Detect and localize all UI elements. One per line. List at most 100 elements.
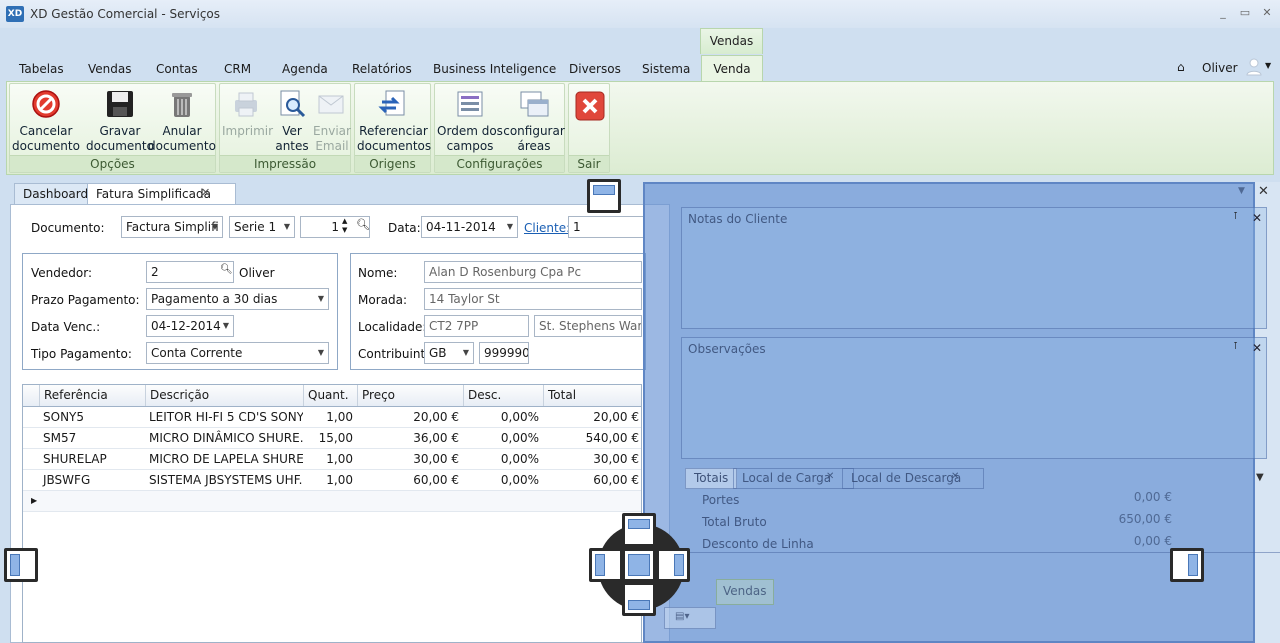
- close-observacoes-icon[interactable]: ✕: [1252, 341, 1262, 355]
- group-label-configuracoes: Configurações: [435, 155, 564, 172]
- compass-right-icon[interactable]: [656, 548, 690, 582]
- linhas-grid: Referência Descrição Quant. Preço Desc. …: [22, 384, 642, 643]
- dock-left-guide-icon[interactable]: [4, 548, 38, 582]
- localidade-label: Localidade:: [358, 320, 427, 334]
- col-desc[interactable]: Desc.: [463, 385, 543, 406]
- tab-local-carga[interactable]: Local de Carga: [733, 468, 855, 489]
- sair-button[interactable]: [572, 88, 608, 126]
- stepper-arrows-icon[interactable]: ▲ ▼: [342, 217, 347, 235]
- tipo-pagamento-combo[interactable]: Conta Corrente ▼: [146, 342, 329, 364]
- table-row[interactable]: SONY5 LEITOR HI-FI 5 CD'S SONY 1,00 20,0…: [23, 407, 641, 428]
- anular-documento-button[interactable]: Anular documento: [148, 86, 216, 154]
- close-tab-icon[interactable]: ✕: [826, 471, 834, 482]
- chevron-down-icon: ▼: [222, 321, 229, 330]
- ver-antes-button[interactable]: Ver antes: [272, 86, 312, 154]
- tab-contas[interactable]: Contas: [156, 62, 198, 76]
- table-row[interactable]: JBSWFG SISTEMA JBSYSTEMS UHF... 1,00 60,…: [23, 470, 641, 491]
- ordem-dos-campos-button[interactable]: Ordem dos campos: [437, 86, 503, 154]
- tab-business-inteligence[interactable]: Business Inteligence: [433, 62, 556, 76]
- user-avatar-icon[interactable]: [1246, 58, 1262, 76]
- tab-venda[interactable]: Venda: [701, 55, 763, 82]
- tab-fatura-simplificada[interactable]: Fatura Simplificada: [87, 183, 236, 205]
- tab-totais[interactable]: Totais: [685, 468, 738, 489]
- pin-icon[interactable]: ⊺: [1233, 211, 1238, 222]
- enviar-email-button[interactable]: Enviar Email: [312, 86, 352, 154]
- dock-top-guide-icon[interactable]: [587, 179, 621, 213]
- chevron-down-icon: ▼: [317, 348, 324, 357]
- tab-local-descarga[interactable]: Local de Descarga: [842, 468, 985, 489]
- tab-dashboard[interactable]: Dashboard: [14, 183, 98, 205]
- documento-label: Documento:: [31, 221, 105, 235]
- pin-icon[interactable]: ⊺: [1233, 341, 1238, 352]
- close-panel-icon[interactable]: ✕: [1258, 184, 1269, 199]
- morada-field[interactable]: 14 Taylor St: [424, 288, 642, 310]
- col-quant[interactable]: Quant.: [303, 385, 357, 406]
- home-icon[interactable]: ⌂: [1177, 60, 1185, 74]
- localidade2-field[interactable]: St. Stephens Ward: [534, 315, 642, 337]
- col-preco[interactable]: Preço: [357, 385, 463, 406]
- email-icon: [316, 88, 348, 120]
- restore-button[interactable]: ▭: [1236, 6, 1254, 20]
- tab-diversos[interactable]: Diversos: [569, 62, 621, 76]
- search-icon[interactable]: 🔍︎: [356, 218, 370, 231]
- gravar-documento-button[interactable]: Gravar documento: [86, 86, 154, 154]
- compass-left-icon[interactable]: [589, 548, 623, 582]
- col-total[interactable]: Total: [543, 385, 643, 406]
- pais-combo[interactable]: GB ▼: [424, 342, 474, 364]
- search-icon[interactable]: 🔍︎: [220, 264, 233, 275]
- nif-field[interactable]: 9999902: [479, 342, 529, 364]
- grid-header: Referência Descrição Quant. Preço Desc. …: [23, 385, 641, 407]
- group-label-opcoes: Opções: [10, 155, 215, 172]
- compass-top-icon[interactable]: [622, 513, 656, 547]
- data-venc-label: Data Venc.:: [31, 320, 101, 334]
- col-descricao[interactable]: Descrição: [145, 385, 303, 406]
- imprimir-button[interactable]: Imprimir: [222, 86, 273, 139]
- compass-center-icon[interactable]: [622, 548, 656, 582]
- tab-crm[interactable]: CRM: [224, 62, 251, 76]
- localidade-field[interactable]: CT2 7PP: [424, 315, 529, 337]
- tab-relatorios[interactable]: Relatórios: [352, 62, 412, 76]
- prazo-pagamento-combo[interactable]: Pagamento a 30 dias ▼: [146, 288, 329, 310]
- tab-sistema[interactable]: Sistema: [642, 62, 690, 76]
- portes-value: 0,00 €: [1133, 490, 1172, 504]
- documento-combo[interactable]: Factura Simplifi ▼: [121, 216, 223, 238]
- window-title: XD Gestão Comercial - Serviços: [30, 7, 221, 21]
- chevron-down-icon: ▼: [283, 222, 290, 231]
- close-tab-icon[interactable]: ✕: [201, 186, 210, 199]
- close-tab-icon[interactable]: ✕: [951, 471, 959, 482]
- panel-toggle-icon[interactable]: ▤▾: [675, 611, 689, 622]
- chevron-down-icon[interactable]: ▼: [1256, 472, 1264, 483]
- pin-icon[interactable]: ▼: [1238, 186, 1245, 196]
- serie-combo[interactable]: Serie 1 ▼: [229, 216, 295, 238]
- cliente-link[interactable]: Cliente:: [524, 221, 570, 235]
- bottom-group-vendas: Vendas: [716, 579, 774, 605]
- tab-agenda[interactable]: Agenda: [282, 62, 328, 76]
- user-menu-chevron-icon[interactable]: ▼: [1265, 61, 1271, 70]
- nome-field[interactable]: Alan D Rosenburg Cpa Pc: [424, 261, 642, 283]
- chevron-down-icon: ▼: [462, 348, 469, 357]
- chevron-down-icon: ▼: [317, 294, 324, 303]
- user-name[interactable]: Oliver: [1202, 61, 1238, 75]
- data-venc-date-field[interactable]: 04-12-2014 ▼: [146, 315, 234, 337]
- close-window-button[interactable]: ✕: [1258, 6, 1276, 20]
- data-date-field[interactable]: 04-11-2014 ▼: [421, 216, 518, 238]
- new-row[interactable]: ▶: [23, 491, 641, 512]
- chevron-down-icon: ▼: [211, 222, 218, 231]
- configurar-areas-button[interactable]: configurar áreas: [503, 86, 565, 154]
- referenciar-documentos-button[interactable]: Referenciar documentos: [357, 86, 431, 154]
- morada-label: Morada:: [358, 293, 407, 307]
- minimize-button[interactable]: _: [1214, 6, 1232, 20]
- tab-vendas[interactable]: Vendas: [88, 62, 132, 76]
- dock-right-guide-icon[interactable]: [1170, 548, 1204, 582]
- compass-bottom-icon[interactable]: [622, 582, 656, 616]
- tab-tabelas[interactable]: Tabelas: [19, 62, 64, 76]
- close-notas-icon[interactable]: ✕: [1252, 211, 1262, 225]
- col-referencia[interactable]: Referência: [39, 385, 145, 406]
- cliente-input[interactable]: 1: [568, 216, 644, 238]
- prazo-pagamento-label: Prazo Pagamento:: [31, 293, 140, 307]
- bottom-toolbar-button[interactable]: [664, 607, 716, 629]
- table-row[interactable]: SM57 MICRO DINÂMICO SHURE... 15,00 36,00…: [23, 428, 641, 449]
- configure-areas-icon: [518, 88, 550, 120]
- cancelar-documento-button[interactable]: Cancelar documento: [12, 86, 80, 154]
- table-row[interactable]: SHURELAP MICRO DE LAPELA SHURE... 1,00 3…: [23, 449, 641, 470]
